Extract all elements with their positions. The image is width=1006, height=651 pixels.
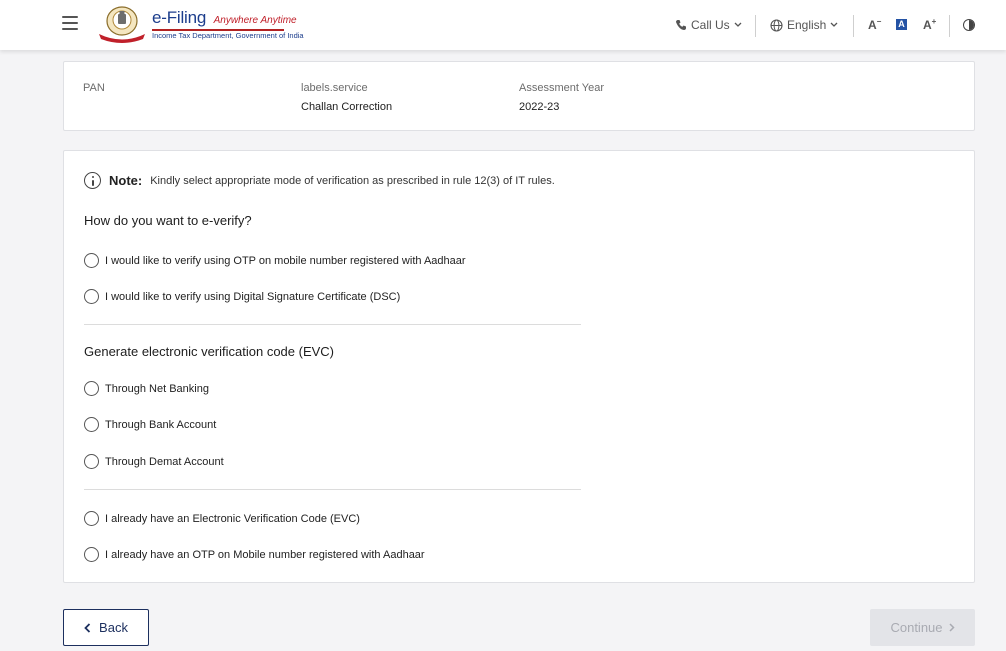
font-normal-button[interactable]: A <box>896 19 907 30</box>
note-bold: Note: <box>109 173 143 188</box>
top-header: e-Filing Anywhere Anytime Income Tax Dep… <box>0 0 1006 50</box>
chevron-down-icon <box>734 22 742 27</box>
radio-button[interactable] <box>84 253 99 268</box>
contrast-toggle-icon[interactable] <box>963 19 975 31</box>
radio-button[interactable] <box>84 454 99 469</box>
font-increase-label: A <box>923 18 932 32</box>
radio-net-banking[interactable]: Through Net Banking <box>84 381 209 396</box>
radio-bank-account[interactable]: Through Bank Account <box>84 417 216 432</box>
back-button[interactable]: Back <box>63 609 149 646</box>
brand-subtitle: Income Tax Department, Government of Ind… <box>152 31 304 40</box>
radio-button[interactable] <box>84 289 99 304</box>
note-text: Kindly select appropriate mode of verifi… <box>150 174 555 187</box>
header-divider <box>853 15 854 37</box>
assessment-year-label: Assessment Year <box>519 82 604 94</box>
radio-aadhaar-otp[interactable]: I would like to verify using OTP on mobi… <box>84 253 466 268</box>
service-label: labels.service <box>301 82 368 94</box>
radio-label: I would like to verify using Digital Sig… <box>105 290 401 303</box>
font-decrease-button[interactable]: A− <box>868 17 881 32</box>
radio-existing-otp[interactable]: I already have an OTP on Mobile number r… <box>84 547 425 562</box>
radio-existing-evc[interactable]: I already have an Electronic Verificatio… <box>84 511 360 526</box>
chevron-left-icon <box>84 622 91 633</box>
radio-label: Through Demat Account <box>105 455 224 468</box>
globe-icon <box>770 18 783 32</box>
everify-title: How do you want to e-verify? <box>84 213 252 228</box>
continue-label: Continue <box>890 620 943 635</box>
assessment-year-value: 2022-23 <box>519 101 560 113</box>
radio-button[interactable] <box>84 417 99 432</box>
radio-button[interactable] <box>84 381 99 396</box>
language-label: English <box>787 18 827 32</box>
service-value: Challan Correction <box>301 101 393 113</box>
radio-label: I already have an Electronic Verificatio… <box>105 512 360 525</box>
radio-label: I would like to verify using OTP on mobi… <box>105 254 466 267</box>
section-divider <box>84 324 581 325</box>
radio-dsc[interactable]: I would like to verify using Digital Sig… <box>84 289 400 304</box>
call-us-label: Call Us <box>691 18 730 32</box>
font-decrease-label: A <box>868 18 877 32</box>
income-tax-emblem-logo <box>99 6 145 43</box>
hamburger-menu-icon[interactable] <box>62 16 78 30</box>
service-field: labels.service Challan Correction <box>301 82 392 113</box>
chevron-right-icon <box>948 623 955 632</box>
radio-label: I already have an OTP on Mobile number r… <box>105 548 425 561</box>
language-dropdown[interactable]: English <box>770 18 838 32</box>
verification-card: Note: Kindly select appropriate mode of … <box>63 150 975 583</box>
evc-title: Generate electronic verification code (E… <box>84 344 335 359</box>
call-us-dropdown[interactable]: Call Us <box>675 18 742 32</box>
phone-icon <box>676 20 686 30</box>
radio-button[interactable] <box>84 547 99 562</box>
brand[interactable]: e-Filing Anywhere Anytime Income Tax Dep… <box>152 8 304 40</box>
font-increase-button[interactable]: A+ <box>923 17 936 32</box>
brand-title: e-Filing <box>152 8 207 27</box>
info-card: PAN labels.service Challan Correction As… <box>63 61 975 131</box>
section-divider <box>84 489 581 490</box>
brand-tagline: Anywhere Anytime <box>213 15 297 26</box>
pan-field: PAN <box>83 82 105 101</box>
back-label: Back <box>99 620 128 635</box>
pan-label: PAN <box>83 82 105 94</box>
radio-label: Through Bank Account <box>105 418 217 431</box>
info-icon <box>84 172 101 189</box>
continue-button[interactable]: Continue <box>870 609 975 646</box>
note: Note: Kindly select appropriate mode of … <box>84 172 555 189</box>
radio-label: Through Net Banking <box>105 382 209 395</box>
radio-demat-account[interactable]: Through Demat Account <box>84 454 224 469</box>
radio-button[interactable] <box>84 511 99 526</box>
chevron-down-icon <box>830 22 838 27</box>
assessment-year-field: Assessment Year 2022-23 <box>519 82 604 113</box>
header-divider <box>755 15 756 37</box>
header-divider <box>949 15 950 37</box>
